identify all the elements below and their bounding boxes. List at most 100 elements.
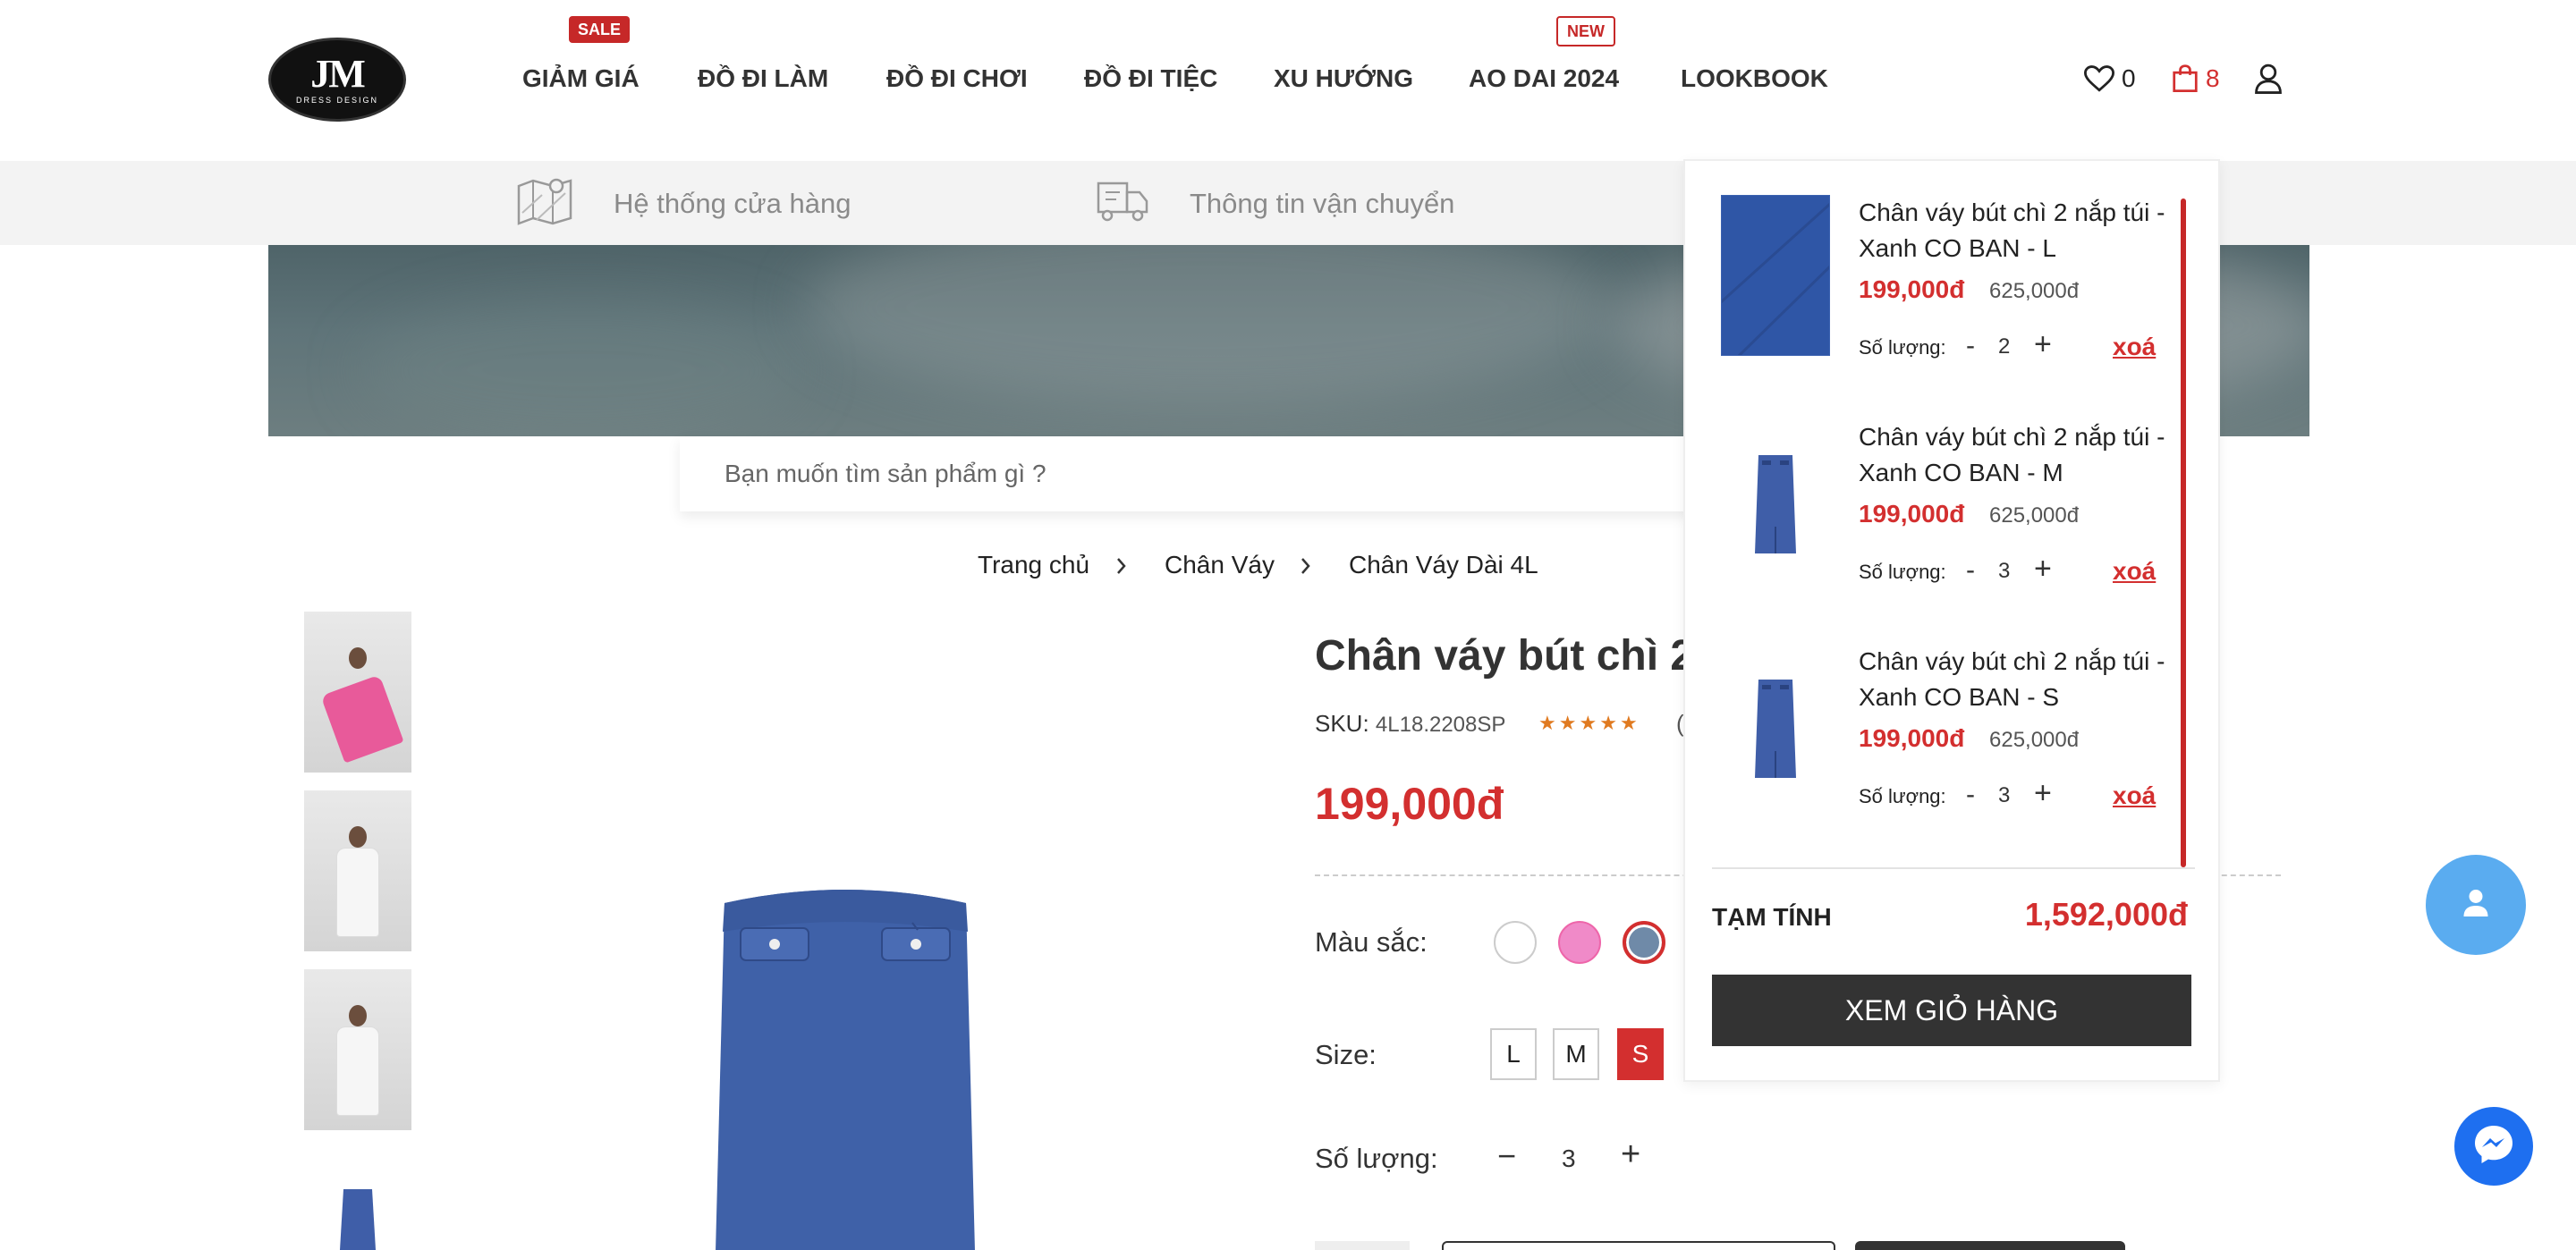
store-system-link[interactable]: Hệ thống cửa hàng bbox=[515, 177, 852, 231]
logo-text: JM bbox=[310, 52, 366, 96]
cart-item-old-price: 625,000đ bbox=[1989, 279, 2080, 303]
nav-item-trends[interactable]: XU HƯỚNG bbox=[1274, 63, 1413, 95]
color-swatch-blue-selected[interactable] bbox=[1623, 921, 1665, 964]
view-cart-button[interactable]: XEM GIỎ HÀNG bbox=[1712, 975, 2191, 1046]
cart-item-price: 199,000đ bbox=[1859, 724, 1965, 752]
rating-stars[interactable]: ★★★★★ bbox=[1538, 712, 1640, 735]
add-to-cart-button[interactable] bbox=[1442, 1241, 1835, 1250]
logo-subtitle: DRESS DESIGN bbox=[295, 96, 378, 105]
nav-item-casual-wear[interactable]: ĐỒ ĐI CHƠI bbox=[886, 63, 1028, 95]
cart-item-image[interactable] bbox=[1721, 644, 1830, 805]
contact-fab[interactable] bbox=[2426, 855, 2526, 955]
color-label: Màu sắc: bbox=[1315, 926, 1428, 958]
star-icon: ★ bbox=[1599, 712, 1620, 734]
cart-item-name[interactable]: Chân váy bút chì 2 nắp túi - Xanh CO BAN… bbox=[1859, 195, 2181, 266]
quantity-decrease-button[interactable]: − bbox=[1497, 1137, 1516, 1175]
cart-item-price: 199,000đ bbox=[1859, 500, 1965, 528]
brand-logo[interactable]: JM DRESS DESIGN bbox=[268, 38, 406, 122]
cart-item: Chân váy bút chì 2 nắp túi - Xanh CO BAN… bbox=[1685, 161, 2186, 361]
delivery-truck-icon bbox=[1095, 173, 1150, 235]
store-system-label: Hệ thống cửa hàng bbox=[614, 188, 852, 219]
cart-item-remove-link[interactable]: xoá bbox=[2113, 557, 2156, 586]
product-thumbnail[interactable] bbox=[304, 790, 411, 951]
cart-item-qty[interactable]: 3 bbox=[1998, 559, 2010, 584]
cart-item-qty[interactable]: 2 bbox=[1998, 334, 2010, 359]
size-option-s[interactable]: S bbox=[1617, 1028, 1664, 1080]
color-swatch-pink[interactable] bbox=[1558, 921, 1601, 964]
shipping-info-link[interactable]: Thông tin vận chuyển bbox=[1095, 177, 1454, 231]
account-button[interactable] bbox=[2254, 61, 2283, 97]
shipping-info-label: Thông tin vận chuyển bbox=[1190, 188, 1455, 219]
cart-item-price: 199,000đ bbox=[1859, 275, 1965, 303]
breadcrumb-current: Chân Váy Dài 4L bbox=[1349, 551, 1538, 579]
nav-item-ao-dai[interactable]: AO DAI 2024 bbox=[1469, 63, 1619, 95]
product-sku: SKU: 4L18.2208SP bbox=[1315, 710, 1505, 738]
map-icon bbox=[515, 173, 574, 234]
size-label: Size: bbox=[1315, 1039, 1377, 1070]
search-input[interactable] bbox=[724, 460, 1530, 488]
star-icon: ★ bbox=[1558, 712, 1580, 734]
star-icon: ★ bbox=[1619, 712, 1640, 734]
breadcrumb-home[interactable]: Trang chủ bbox=[978, 547, 1089, 583]
cart-item-increase-button[interactable]: + bbox=[2034, 552, 2052, 587]
product-main-image[interactable] bbox=[707, 876, 984, 1250]
cart-item-remove-link[interactable]: xoá bbox=[2113, 333, 2156, 361]
sku-code: 4L18.2208SP bbox=[1375, 713, 1506, 737]
sale-badge: SALE bbox=[569, 16, 631, 43]
shopping-bag-icon bbox=[2172, 63, 2199, 94]
cart-item-increase-button[interactable]: + bbox=[2034, 776, 2052, 811]
size-option-l[interactable]: L bbox=[1490, 1028, 1537, 1080]
size-option-m[interactable]: M bbox=[1553, 1028, 1599, 1080]
wishlist-button[interactable]: 0 bbox=[2084, 61, 2136, 97]
nav-item-sale[interactable]: GIẢM GIÁ bbox=[522, 63, 640, 95]
quantity-increase-button[interactable]: + bbox=[1621, 1136, 1640, 1174]
cart-item: Chân váy bút chì 2 nắp túi - Xanh CO BAN… bbox=[1685, 385, 2186, 586]
nav-item-lookbook[interactable]: LOOKBOOK bbox=[1681, 63, 1828, 95]
mini-cart-dropdown: Chân váy bút chì 2 nắp túi - Xanh CO BAN… bbox=[1683, 159, 2220, 1082]
cart-count: 8 bbox=[2206, 64, 2220, 92]
cart-item-qty-label: Số lượng: bbox=[1859, 336, 1946, 359]
heart-icon bbox=[2084, 64, 2114, 93]
wishlist-count: 0 bbox=[2122, 64, 2136, 92]
quantity-value[interactable]: 3 bbox=[1562, 1144, 1576, 1173]
product-thumbnail[interactable] bbox=[304, 969, 411, 1130]
product-price: 199,000đ bbox=[1315, 779, 1504, 829]
cart-item-decrease-button[interactable]: - bbox=[1966, 555, 1975, 586]
product-thumbnail[interactable] bbox=[304, 612, 411, 773]
cart-item-image[interactable] bbox=[1719, 194, 1832, 358]
product-thumbnail[interactable] bbox=[304, 1180, 411, 1250]
cart-item-decrease-button[interactable]: - bbox=[1966, 780, 1975, 810]
breadcrumb-category[interactable]: Chân Váy bbox=[1165, 547, 1275, 583]
new-badge: NEW bbox=[1556, 16, 1615, 46]
divider bbox=[1712, 867, 2195, 869]
star-icon: ★ bbox=[1538, 712, 1559, 734]
cart-item-qty[interactable]: 3 bbox=[1998, 783, 2010, 808]
color-swatch-white[interactable] bbox=[1494, 921, 1537, 964]
search-bar bbox=[680, 436, 1753, 511]
cart-item-old-price: 625,000đ bbox=[1989, 728, 2080, 752]
cart-item-image[interactable] bbox=[1721, 419, 1830, 580]
nav-item-party-wear[interactable]: ĐỒ ĐI TIỆC bbox=[1084, 63, 1217, 95]
cart-item-name[interactable]: Chân váy bút chì 2 nắp túi - Xanh CO BAN… bbox=[1859, 419, 2181, 491]
cart-item-increase-button[interactable]: + bbox=[2034, 327, 2052, 362]
cart-item-decrease-button[interactable]: - bbox=[1966, 331, 1975, 361]
quantity-label: Số lượng: bbox=[1315, 1143, 1438, 1174]
subtotal-value: 1,592,000đ bbox=[2024, 896, 2188, 933]
cart-item-remove-link[interactable]: xoá bbox=[2113, 781, 2156, 810]
messenger-fab[interactable] bbox=[2454, 1107, 2533, 1186]
buy-now-button[interactable] bbox=[1855, 1241, 2125, 1250]
cart-item-qty-label: Số lượng: bbox=[1859, 785, 1946, 807]
cart-item: Chân váy bút chì 2 nắp túi - Xanh CO BAN… bbox=[1685, 610, 2186, 810]
cart-button[interactable]: 8 bbox=[2172, 61, 2220, 97]
nav-item-work-wear[interactable]: ĐỒ ĐI LÀM bbox=[698, 63, 828, 95]
subtotal-label: TẠM TÍNH bbox=[1712, 903, 1832, 931]
cart-item-old-price: 625,000đ bbox=[1989, 503, 2080, 528]
bottom-action-button[interactable] bbox=[1315, 1241, 1410, 1250]
star-icon: ★ bbox=[1579, 712, 1600, 734]
user-icon bbox=[2461, 887, 2491, 924]
cart-item-qty-label: Số lượng: bbox=[1859, 561, 1946, 583]
cart-item-name[interactable]: Chân váy bút chì 2 nắp túi - Xanh CO BAN… bbox=[1859, 644, 2181, 715]
site-header: JM DRESS DESIGN SALE NEW GIẢM GIÁ ĐỒ ĐI … bbox=[0, 0, 2576, 161]
chevron-right-icon bbox=[1300, 556, 1312, 580]
sku-label: SKU: bbox=[1315, 710, 1369, 737]
